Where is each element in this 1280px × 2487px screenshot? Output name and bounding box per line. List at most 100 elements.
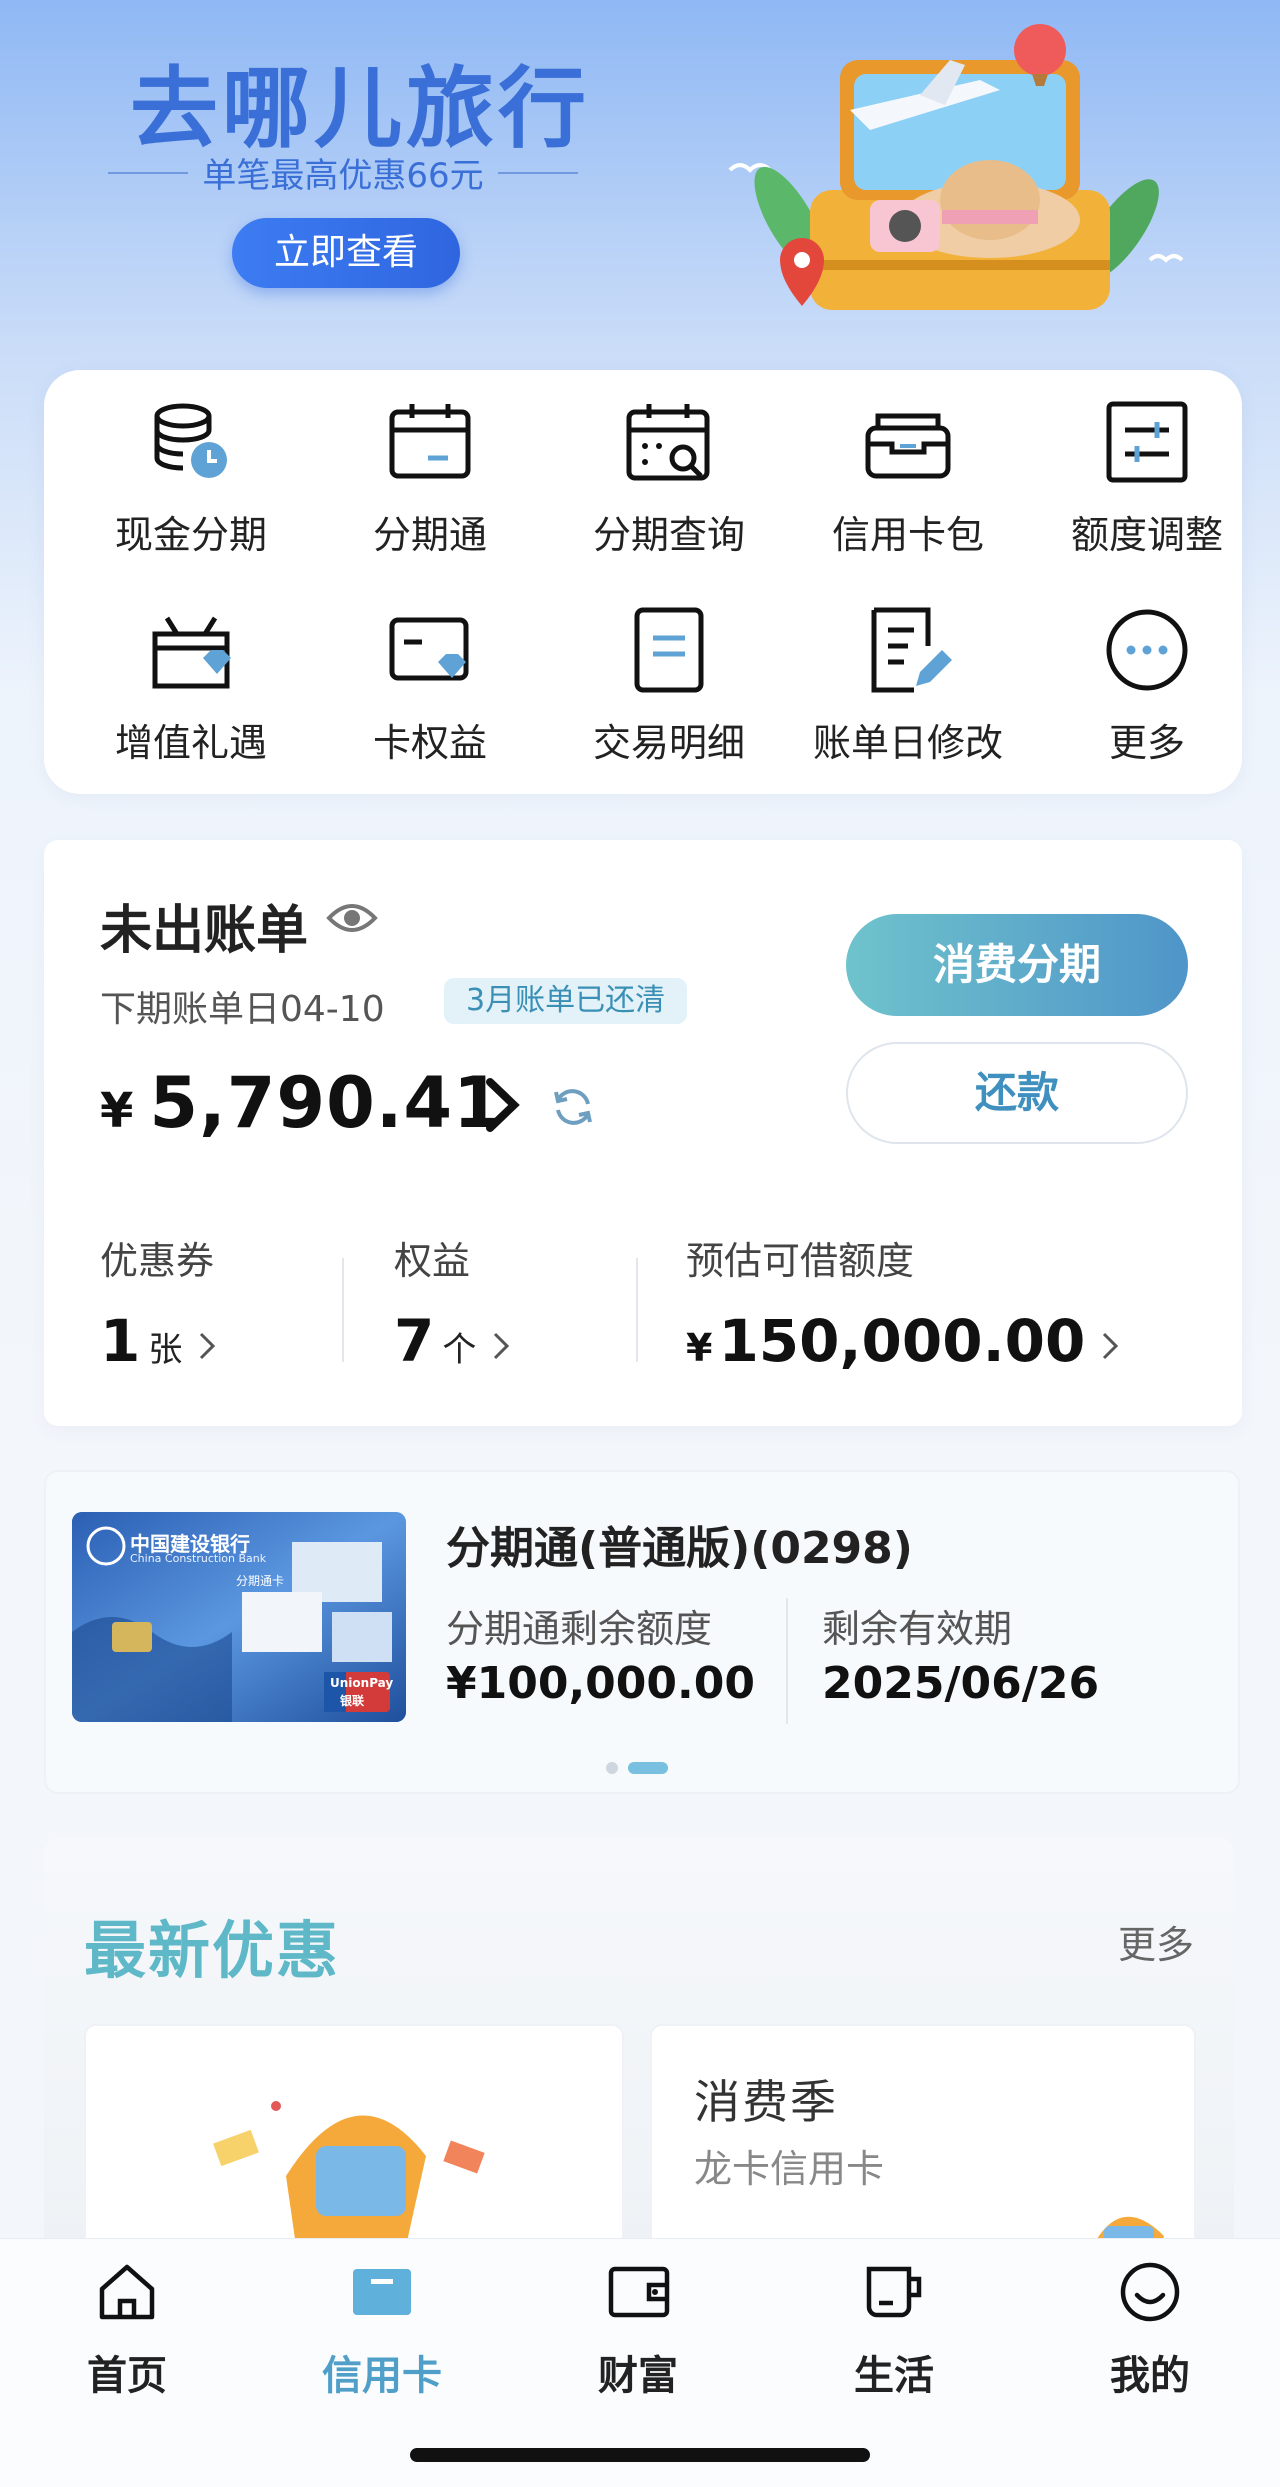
carousel-dot[interactable]	[606, 1762, 618, 1774]
quick-action-label: 增值礼遇	[114, 721, 267, 765]
bill-amount: 5,790.41	[149, 1062, 503, 1144]
tab-life[interactable]: 生活	[794, 2257, 994, 2401]
validity-label: 剩余有效期	[822, 1607, 1013, 1651]
suitcase-travel-illustration	[728, 24, 1184, 310]
bill-amount-row[interactable]: ¥ 5,790.41	[100, 1062, 503, 1144]
currency-symbol: ¥	[100, 1083, 134, 1139]
card-diamond-icon	[389, 617, 469, 681]
cup-icon	[866, 2266, 922, 2318]
adjust-sliders-icon	[1106, 401, 1188, 483]
quick-action-label: 信用卡包	[831, 513, 984, 557]
credit-limit-label: 预估可借额度	[686, 1239, 915, 1283]
coupon-unit: 张	[148, 1330, 183, 1370]
quick-action-more[interactable]: 更多	[1027, 584, 1267, 774]
coupon-label: 优惠券	[100, 1239, 215, 1283]
divider-line	[108, 171, 189, 174]
quick-action-label: 卡权益	[372, 721, 487, 765]
quick-action-label: 分期查询	[592, 513, 745, 557]
chevron-right-icon	[494, 1332, 510, 1360]
document-list-icon	[634, 607, 704, 693]
wallet-icon	[608, 2266, 670, 2318]
validity-value: 2025/06/26	[822, 1658, 1100, 1709]
quick-action-label: 更多	[1108, 721, 1185, 765]
quick-action-cash-installment[interactable]: 现金分期	[71, 376, 311, 566]
next-bill-date: 下期账单日04-10	[100, 989, 385, 1030]
chevron-right-icon	[1103, 1332, 1119, 1360]
banner-title: 去哪儿旅行	[130, 57, 591, 160]
rights-stat[interactable]: 权益 7 个	[394, 1230, 510, 1375]
eye-icon[interactable]	[326, 898, 378, 938]
bank-name-en: China Construction Bank	[130, 1552, 267, 1565]
coupon-stat[interactable]: 优惠券 1 张	[100, 1230, 216, 1375]
rights-label: 权益	[394, 1239, 471, 1283]
tab-wealth[interactable]: 财富	[538, 2257, 738, 2401]
more-dots-icon	[1106, 609, 1188, 691]
remaining-limit-value: ¥100,000.00	[446, 1658, 755, 1709]
quick-action-value-added-perks[interactable]: 增值礼遇	[71, 584, 311, 774]
offer-card-title: 消费季	[694, 2075, 838, 2129]
home-icon	[99, 2264, 155, 2320]
divider	[786, 1598, 788, 1724]
divider	[636, 1258, 638, 1362]
carousel-dot-active[interactable]	[628, 1762, 668, 1774]
quick-action-label: 分期通	[372, 513, 487, 557]
chevron-right-icon	[200, 1332, 216, 1360]
home-indicator[interactable]	[410, 2448, 870, 2462]
calendar-search-icon	[626, 404, 710, 481]
coin-stack-clock-icon	[154, 403, 227, 478]
status-badge: 3月账单已还清	[444, 978, 688, 1024]
credit-limit-stat[interactable]: 预估可借额度 ¥ 150,000.00	[686, 1230, 1119, 1375]
banner-view-now-button[interactable]: 立即查看	[232, 218, 460, 288]
installment-pass-card[interactable]: 中国建设银行 China Construction Bank 分期通卡 Unio…	[44, 1470, 1240, 1794]
unbilled-statement-card: 未出账单 下期账单日04-10 3月账单已还清 ¥ 5,790.41 消费分期 …	[44, 840, 1242, 1426]
credit-card-image: 中国建设银行 China Construction Bank 分期通卡 Unio…	[72, 1512, 406, 1722]
tab-label: 信用卡	[322, 2353, 442, 2399]
document-edit-icon	[871, 607, 952, 693]
promo-banner[interactable]: 去哪儿旅行 单笔最高优惠66元 立即查看	[0, 0, 1280, 360]
quick-action-label: 额度调整	[1070, 513, 1223, 557]
remaining-limit-label: 分期通剩余额度	[446, 1607, 713, 1651]
tab-label: 我的	[1110, 2353, 1190, 2399]
quick-action-card-benefits[interactable]: 卡权益	[310, 584, 550, 774]
tab-credit-card[interactable]: 信用卡	[282, 2257, 482, 2401]
quick-action-limit-adjust[interactable]: 额度调整	[1027, 376, 1267, 566]
carousel-indicator	[606, 1762, 668, 1774]
gift-box-icon	[152, 616, 231, 689]
offers-title: 最新优惠	[84, 1914, 341, 1987]
rights-unit: 个	[442, 1330, 477, 1370]
refresh-icon[interactable]	[550, 1084, 596, 1130]
consumer-installment-button[interactable]: 消费分期	[846, 914, 1188, 1016]
quick-action-label: 现金分期	[114, 513, 267, 557]
credit-card-icon	[353, 2269, 411, 2315]
divider	[342, 1258, 344, 1362]
tab-mine[interactable]: 我的	[1050, 2257, 1250, 2401]
tab-label: 生活	[854, 2353, 934, 2399]
bill-title: 未出账单	[100, 901, 309, 961]
unionpay-logo-cn: 银联	[340, 1694, 365, 1708]
rights-count: 7	[394, 1307, 435, 1375]
tab-home[interactable]: 首页	[27, 2257, 227, 2401]
offers-more-link[interactable]: 更多	[1118, 1914, 1194, 1969]
currency-symbol: ¥	[686, 1326, 713, 1370]
banner-subtitle: 单笔最高优惠66元	[202, 156, 484, 196]
quick-action-label: 交易明细	[592, 721, 745, 765]
chevron-right-icon[interactable]	[482, 1076, 522, 1134]
credit-limit-value: 150,000.00	[718, 1307, 1086, 1375]
card-type-label: 分期通卡	[236, 1574, 285, 1588]
calendar-icon	[389, 404, 471, 479]
smile-face-icon	[1120, 2262, 1180, 2322]
quick-actions-panel: 现金分期 分期通 分期查询 信用卡包 额度调整 增值礼遇 卡权益 交易明细 账单…	[44, 370, 1242, 794]
tab-label: 财富	[598, 2353, 678, 2399]
offer-card-subtitle: 龙卡信用卡	[694, 2147, 885, 2191]
quick-action-transaction-details[interactable]: 交易明细	[549, 584, 789, 774]
banner-subtitle-row: 单笔最高优惠66元	[108, 148, 579, 197]
tab-label: 首页	[87, 2353, 167, 2399]
quick-action-card-wallet[interactable]: 信用卡包	[788, 376, 1028, 566]
installment-card-title: 分期通(普通版)(0298)	[446, 1523, 913, 1574]
quick-action-installment-pass[interactable]: 分期通	[310, 376, 550, 566]
repay-button[interactable]: 还款	[846, 1042, 1188, 1144]
quick-action-installment-query[interactable]: 分期查询	[549, 376, 789, 566]
quick-action-label: 账单日修改	[812, 721, 1003, 765]
unionpay-logo: UnionPay	[330, 1676, 394, 1690]
quick-action-statement-date-change[interactable]: 账单日修改	[788, 584, 1028, 774]
